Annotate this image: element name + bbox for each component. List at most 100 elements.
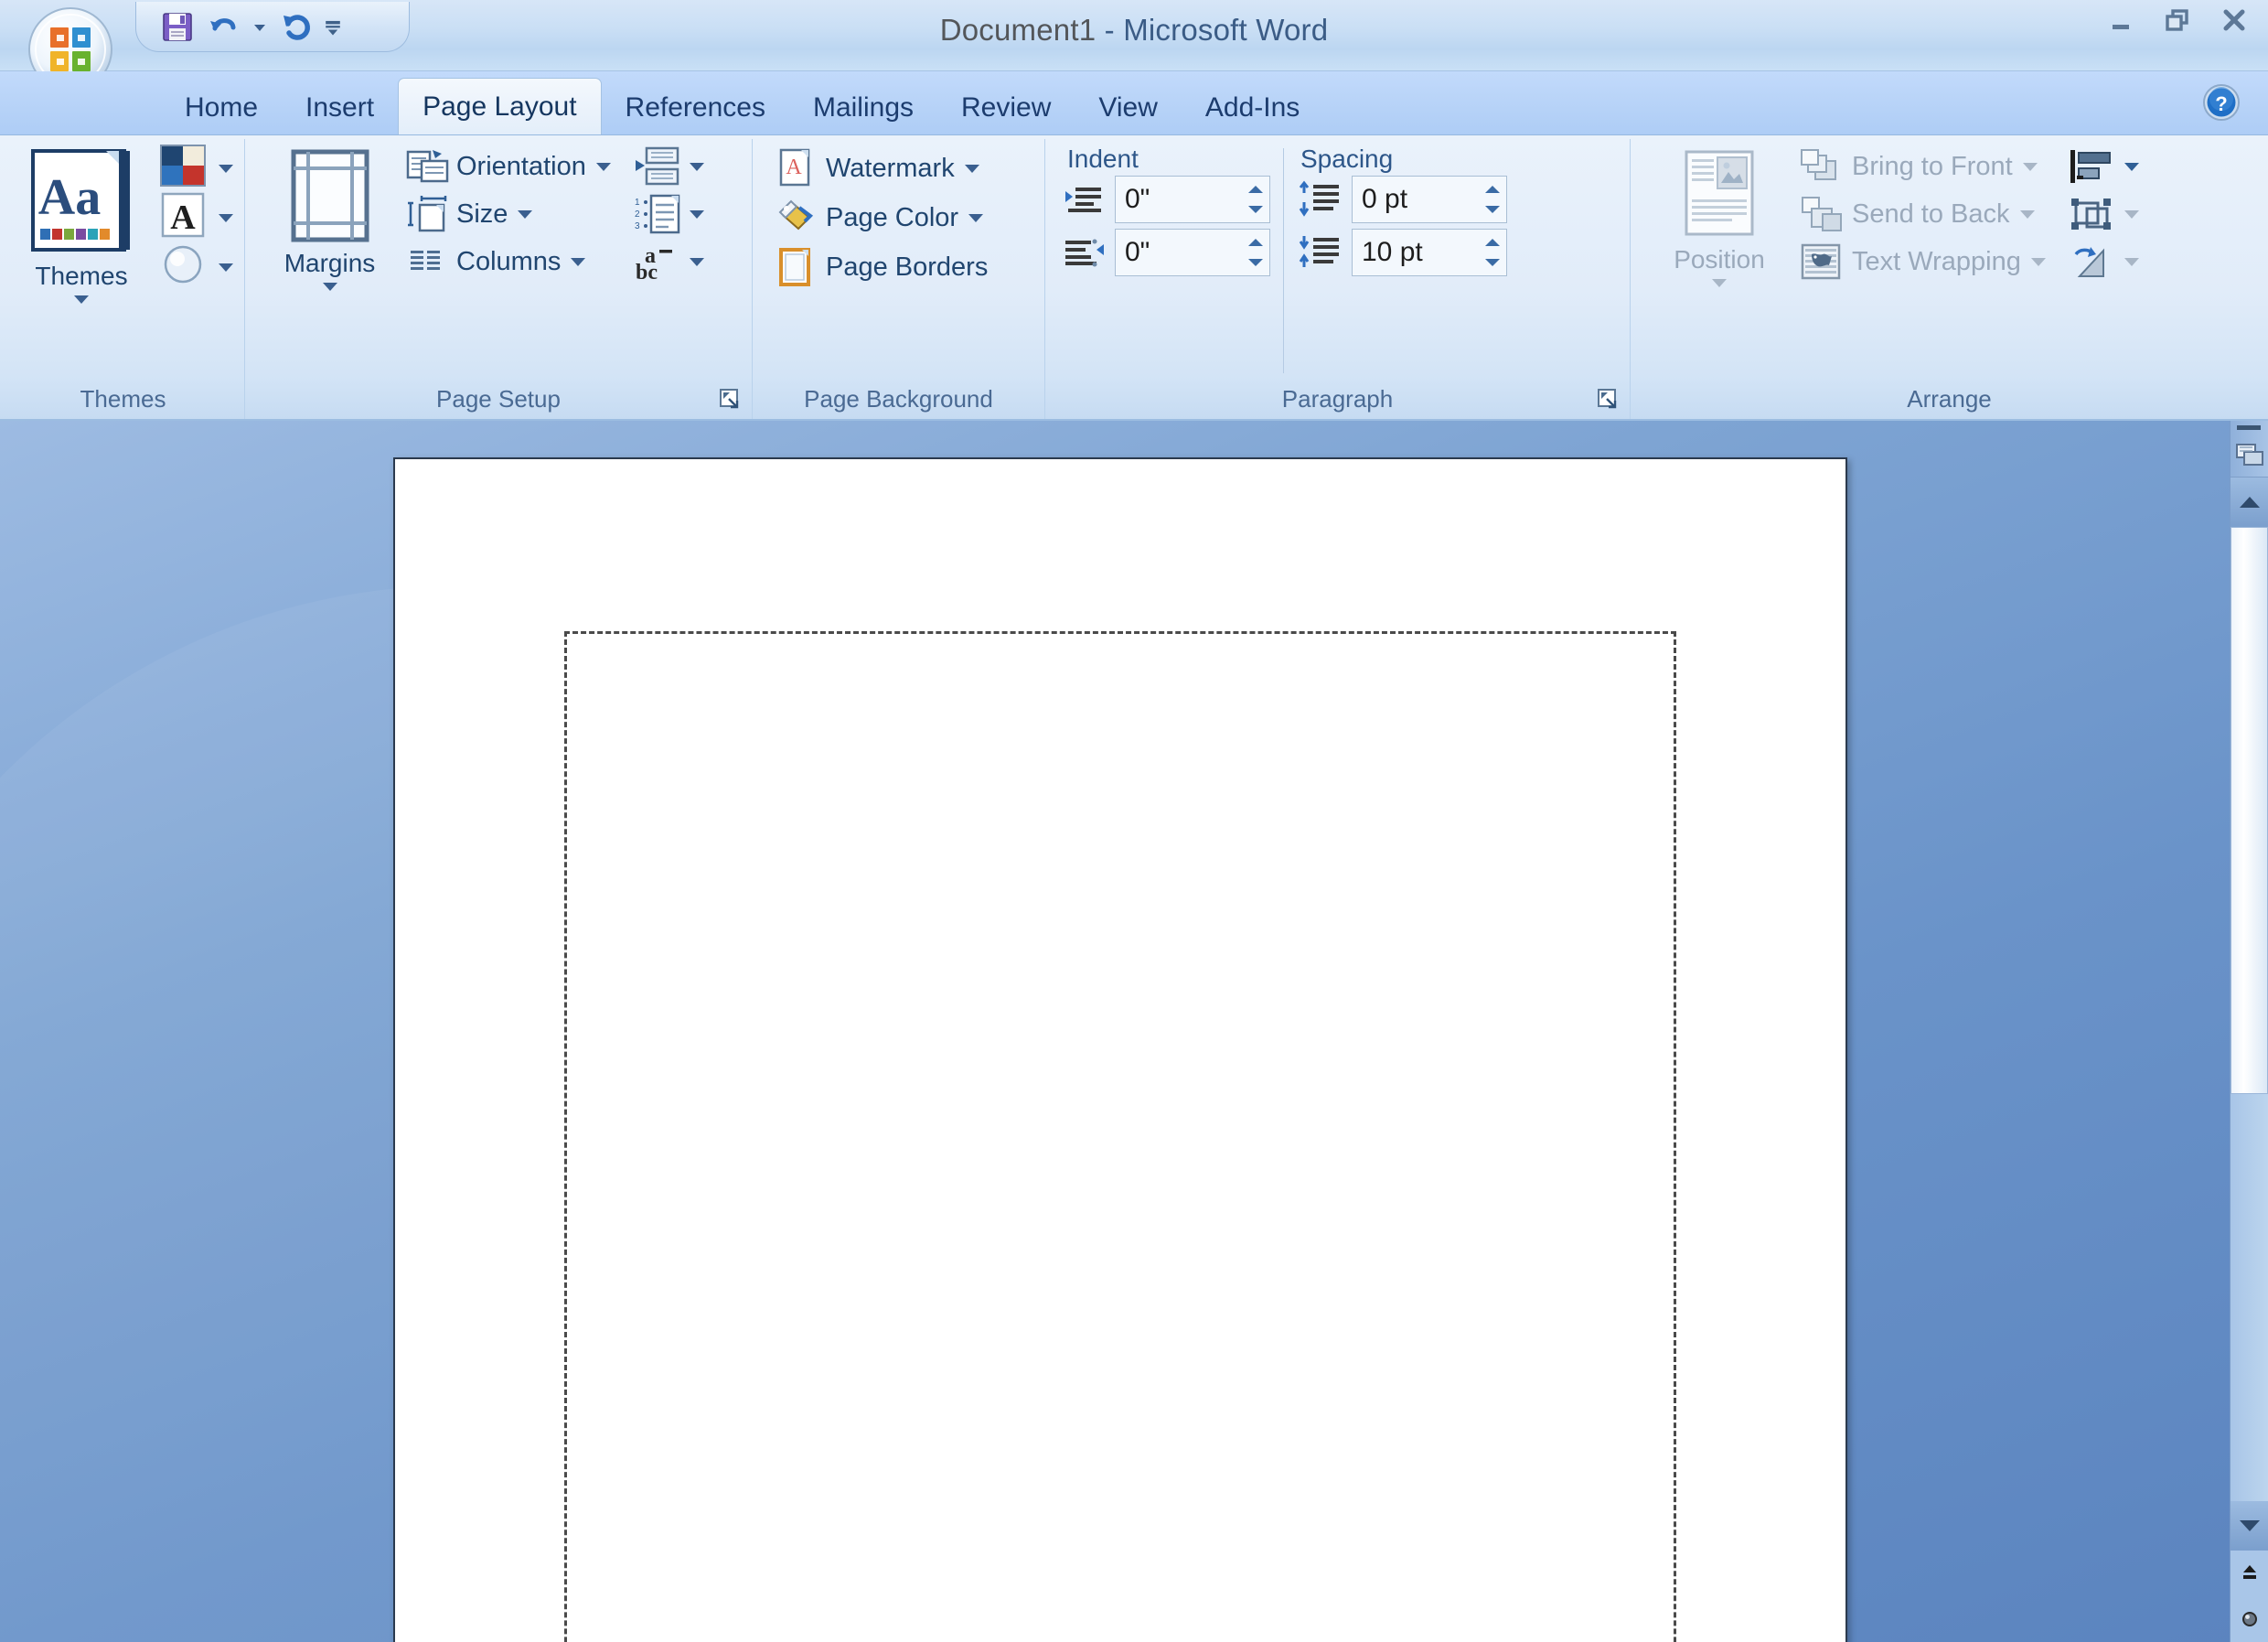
- help-icon: ?: [2203, 84, 2240, 121]
- hyphenation-button[interactable]: a bc: [634, 241, 707, 283]
- document-workspace: [0, 421, 2268, 1642]
- columns-icon: [411, 251, 440, 270]
- stepper-up-icon[interactable]: [1483, 184, 1502, 195]
- spacing-after-icon: [1299, 236, 1339, 267]
- text-wrapping-icon: [1801, 243, 1841, 280]
- tab-home[interactable]: Home: [161, 81, 282, 134]
- help-button[interactable]: ?: [2200, 81, 2242, 123]
- themes-button[interactable]: Aa Themes: [13, 143, 150, 310]
- watermark-label: Watermark: [826, 153, 955, 183]
- page-borders-icon: [779, 248, 810, 286]
- paragraph-dialog-launcher[interactable]: [1595, 386, 1621, 412]
- close-button[interactable]: [2213, 2, 2255, 38]
- theme-colors-caret-icon: [219, 165, 233, 173]
- view-ruler-button[interactable]: [2231, 434, 2268, 478]
- tab-references[interactable]: References: [602, 81, 789, 134]
- group-objects-button[interactable]: [2067, 194, 2142, 234]
- theme-fonts-icon: A: [161, 192, 205, 238]
- paragraph-label-text: Paragraph: [1281, 384, 1394, 413]
- spacing-after-row: 10 pt: [1297, 229, 1507, 276]
- align-button[interactable]: [2067, 146, 2142, 187]
- page-color-button[interactable]: Page Color: [771, 198, 995, 238]
- minimize-icon: [2113, 25, 2129, 29]
- bring-to-front-button[interactable]: Bring to Front: [1795, 146, 2056, 187]
- indent-left-input[interactable]: 0": [1115, 176, 1270, 223]
- text-wrapping-button[interactable]: Text Wrapping: [1795, 241, 2056, 282]
- split-bar-handle[interactable]: [2230, 421, 2268, 434]
- tab-review[interactable]: Review: [937, 81, 1075, 134]
- theme-colors-icon: [160, 145, 206, 187]
- previous-page-button[interactable]: [2231, 1551, 2268, 1596]
- scroll-track[interactable]: [2231, 527, 2268, 1501]
- hyphenation-caret-icon: [689, 258, 704, 266]
- margins-caret-icon: [320, 280, 340, 297]
- margins-button[interactable]: Margins: [263, 143, 396, 297]
- scroll-thumb[interactable]: [2231, 527, 2268, 1094]
- breaks-button[interactable]: [634, 146, 707, 187]
- window-title-app: Microsoft Word: [1123, 13, 1329, 47]
- line-numbers-button[interactable]: 1 2 3: [634, 194, 707, 234]
- minimize-button[interactable]: [2100, 2, 2142, 38]
- theme-effects-caret-icon: [219, 263, 233, 272]
- theme-effects-button[interactable]: [155, 245, 236, 287]
- scroll-down-button[interactable]: [2231, 1501, 2268, 1551]
- page-borders-button[interactable]: Page Borders: [771, 247, 995, 287]
- indent-right-input[interactable]: 0": [1115, 229, 1270, 276]
- svg-text:?: ?: [2215, 92, 2227, 115]
- stepper-down-icon[interactable]: [1246, 257, 1265, 268]
- spacing-after-input[interactable]: 10 pt: [1352, 229, 1507, 276]
- orientation-icon: [406, 150, 449, 183]
- columns-button[interactable]: Columns: [401, 241, 621, 282]
- page-size-icon: [408, 196, 447, 232]
- select-browse-object-button[interactable]: [2231, 1596, 2268, 1642]
- line-numbers-caret-icon: [689, 210, 704, 219]
- dialog-launcher-icon: [1598, 389, 1617, 409]
- indent-right-row: 0": [1064, 229, 1270, 276]
- stepper-up-icon[interactable]: [1483, 237, 1502, 248]
- align-icon: [2070, 150, 2111, 183]
- restore-button[interactable]: [2156, 2, 2198, 38]
- rotate-button[interactable]: [2067, 241, 2142, 282]
- tab-insert[interactable]: Insert: [282, 81, 398, 134]
- tab-page-layout[interactable]: Page Layout: [398, 78, 602, 134]
- window-title-separator: -: [1096, 13, 1124, 47]
- send-to-back-caret-icon: [2019, 210, 2035, 219]
- indent-right-steppers[interactable]: [1242, 230, 1269, 275]
- stepper-down-icon[interactable]: [1246, 204, 1265, 215]
- send-to-back-button[interactable]: Send to Back: [1795, 194, 2056, 234]
- theme-colors-button[interactable]: [155, 145, 236, 188]
- bring-to-front-label: Bring to Front: [1852, 151, 2013, 181]
- page-color-label: Page Color: [826, 202, 959, 232]
- size-button[interactable]: Size: [401, 194, 621, 234]
- orientation-button[interactable]: Orientation: [401, 146, 621, 187]
- stepper-down-icon[interactable]: [1483, 204, 1502, 215]
- ribbon-group-arrange-label: Arrange: [1907, 384, 1992, 413]
- stepper-down-icon[interactable]: [1483, 257, 1502, 268]
- breaks-icon: [635, 146, 679, 186]
- indent-left-icon: [1065, 188, 1101, 212]
- position-button[interactable]: Position: [1651, 143, 1788, 294]
- position-icon: [1674, 148, 1765, 240]
- line-numbers-icon: 1 2 3: [635, 194, 680, 234]
- tab-mailings[interactable]: Mailings: [789, 81, 937, 134]
- ribbon-group-page-setup: Margins Orientation Size Columns 1 2 3 a…: [245, 139, 753, 419]
- page-setup-dialog-launcher[interactable]: [717, 386, 743, 412]
- stepper-up-icon[interactable]: [1246, 184, 1265, 195]
- title-bar: Document1 - Microsoft Word: [0, 0, 2268, 91]
- watermark-button[interactable]: A Watermark: [771, 148, 995, 188]
- ruler-icon: [2235, 443, 2263, 466]
- tab-add-ins[interactable]: Add-Ins: [1182, 81, 1323, 134]
- vertical-scrollbar[interactable]: [2230, 421, 2268, 1642]
- document-page[interactable]: [393, 457, 1847, 1642]
- spacing-before-steppers[interactable]: [1479, 177, 1506, 222]
- theme-fonts-button[interactable]: A: [155, 192, 236, 238]
- ribbon: Aa Themes A Themes Margins Orientation S…: [0, 135, 2268, 421]
- spacing-before-input[interactable]: 0 pt: [1352, 176, 1507, 223]
- indent-left-steppers[interactable]: [1242, 177, 1269, 222]
- tab-view[interactable]: View: [1075, 81, 1181, 134]
- stepper-up-icon[interactable]: [1246, 237, 1265, 248]
- spacing-before-row: 0 pt: [1297, 176, 1507, 223]
- scroll-up-button[interactable]: [2231, 478, 2268, 527]
- spacing-after-steppers[interactable]: [1479, 230, 1506, 275]
- paragraph-group-divider: [1283, 148, 1284, 373]
